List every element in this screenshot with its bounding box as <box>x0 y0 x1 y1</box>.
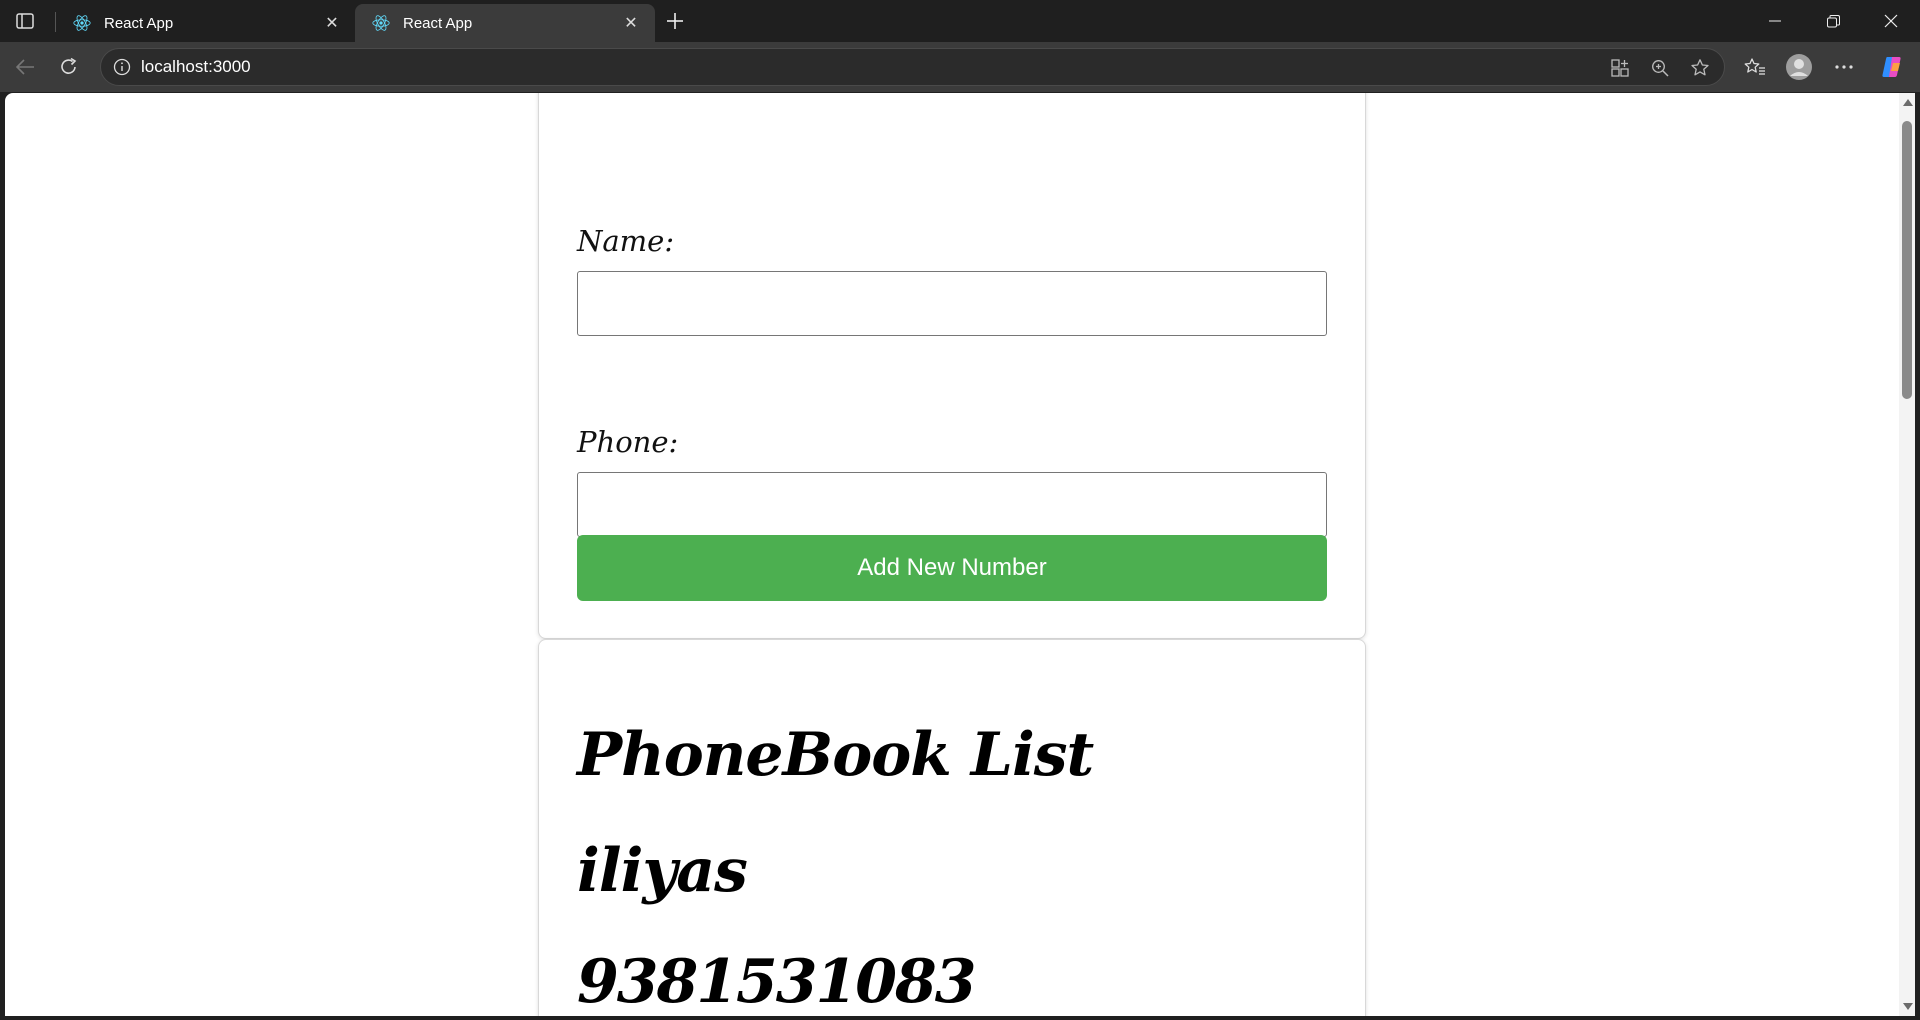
tab-close-icon[interactable]: ✕ <box>320 11 344 35</box>
reload-icon[interactable] <box>53 51 85 83</box>
scroll-thumb[interactable] <box>1902 121 1912 399</box>
zoom-icon[interactable] <box>1644 52 1676 84</box>
app-available-icon[interactable] <box>1604 52 1636 84</box>
browser-toolbar: localhost:3000 <box>0 42 1920 92</box>
browser-title-bar: React App ✕ React App ✕ <box>0 0 1920 42</box>
restore-icon[interactable] <box>1804 0 1862 42</box>
favorite-star-icon[interactable] <box>1684 52 1716 84</box>
vertical-scrollbar[interactable] <box>1899 93 1915 1016</box>
tab-title: React App <box>403 14 473 32</box>
tab-close-icon[interactable]: ✕ <box>619 11 643 35</box>
new-tab-plus-icon[interactable] <box>660 6 690 36</box>
page-viewport: Name: Phone: Add New Number PhoneBook Li… <box>5 93 1899 1016</box>
phonebook-list: PhoneBook List iliyas 9381531083 <box>538 639 1366 1016</box>
tab-title: React App <box>104 14 174 32</box>
favorites-icon[interactable] <box>1739 51 1771 83</box>
phone-input[interactable] <box>577 472 1327 537</box>
close-window-icon[interactable] <box>1862 0 1920 42</box>
tab-react-app-1[interactable]: React App ✕ <box>56 4 356 42</box>
entry-phone: 9381531083 <box>577 947 976 1016</box>
scroll-down-arrow-icon[interactable] <box>1903 1003 1913 1010</box>
name-input[interactable] <box>577 271 1327 336</box>
minimize-icon[interactable] <box>1746 0 1804 42</box>
back-arrow-icon[interactable] <box>9 51 41 83</box>
react-logo-icon <box>371 13 391 33</box>
phonebook-title: PhoneBook List <box>577 720 1094 790</box>
tab-actions-icon[interactable] <box>8 6 42 36</box>
add-number-form: Name: Phone: Add New Number <box>538 93 1366 639</box>
tab-react-app-2[interactable]: React App ✕ <box>355 4 655 42</box>
scroll-up-arrow-icon[interactable] <box>1903 99 1913 106</box>
react-logo-icon <box>72 13 92 33</box>
phone-label: Phone: <box>577 425 679 459</box>
address-bar[interactable]: localhost:3000 <box>100 48 1725 86</box>
profile-avatar-icon[interactable] <box>1783 51 1815 83</box>
entry-name: iliyas <box>577 836 748 906</box>
name-label: Name: <box>577 224 675 258</box>
more-options-icon[interactable] <box>1828 51 1860 83</box>
add-new-number-button[interactable]: Add New Number <box>577 535 1327 601</box>
copilot-icon[interactable] <box>1877 51 1909 83</box>
url-text: localhost:3000 <box>141 57 251 76</box>
site-info-icon[interactable] <box>103 48 141 86</box>
